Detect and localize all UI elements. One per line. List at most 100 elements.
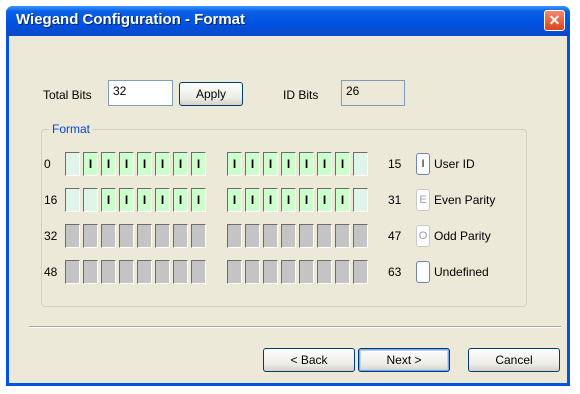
bit-cell[interactable]	[245, 224, 260, 248]
bit-cell[interactable]: I	[191, 152, 206, 176]
separator	[29, 326, 561, 328]
bit-cell[interactable]: I	[155, 188, 170, 212]
bit-cell[interactable]: I	[227, 152, 242, 176]
row-start-index: 32	[44, 229, 58, 243]
row-start-index: 0	[44, 157, 51, 171]
legend-swatch	[416, 261, 430, 283]
bit-row: 48 63 Undefined	[9, 260, 567, 284]
bit-cell[interactable]	[191, 260, 206, 284]
bit-row: 16 I I I I I I I I I I I I I 31 E Even Parity	[9, 188, 567, 212]
bit-cell[interactable]: I	[299, 152, 314, 176]
bit-cell[interactable]	[65, 188, 80, 212]
legend-swatch: E	[416, 189, 430, 211]
bit-cell[interactable]	[65, 260, 80, 284]
bit-cell[interactable]: I	[317, 152, 332, 176]
bit-cell[interactable]	[227, 260, 242, 284]
bit-cell[interactable]	[281, 260, 296, 284]
bit-cell[interactable]	[353, 188, 368, 212]
row-end-index: 15	[388, 157, 402, 171]
apply-button[interactable]: Apply	[179, 82, 243, 106]
row-end-index: 47	[388, 229, 402, 243]
bit-cell[interactable]	[101, 260, 116, 284]
bit-cell[interactable]	[299, 260, 314, 284]
bit-cell[interactable]: I	[335, 188, 350, 212]
bit-cell[interactable]	[317, 224, 332, 248]
bit-cell[interactable]	[263, 260, 278, 284]
bit-cell[interactable]: I	[317, 188, 332, 212]
total-bits-label: Total Bits	[43, 88, 92, 102]
bit-cell[interactable]	[191, 224, 206, 248]
title-bar[interactable]: Wiegand Configuration - Format ✕	[6, 6, 570, 36]
bit-cell[interactable]: I	[245, 188, 260, 212]
cancel-button[interactable]: Cancel	[468, 348, 560, 372]
bit-cell[interactable]	[353, 152, 368, 176]
bit-cell[interactable]: I	[245, 152, 260, 176]
bit-row: 0 I I I I I I I I I I I I I I 15 I User ID	[9, 152, 567, 176]
close-icon: ✕	[548, 12, 561, 28]
bit-cell[interactable]: I	[101, 152, 116, 176]
bit-cell[interactable]	[155, 260, 170, 284]
bit-cell[interactable]	[335, 260, 350, 284]
bit-cell[interactable]	[83, 188, 98, 212]
legend-label: Even Parity	[434, 193, 496, 207]
back-button[interactable]: < Back	[263, 348, 355, 372]
bit-cell[interactable]: I	[173, 188, 188, 212]
bit-cell[interactable]	[353, 260, 368, 284]
bit-cell[interactable]	[281, 224, 296, 248]
bit-cell[interactable]	[137, 260, 152, 284]
bit-cell[interactable]	[83, 224, 98, 248]
bit-cell[interactable]	[65, 152, 80, 176]
total-bits-input[interactable]: 32	[108, 80, 173, 106]
row-start-index: 48	[44, 265, 58, 279]
row-end-index: 31	[388, 193, 402, 207]
id-bits-label: ID Bits	[283, 88, 319, 102]
close-button[interactable]: ✕	[544, 10, 565, 31]
format-group-label: Format	[49, 122, 94, 136]
row-end-index: 63	[388, 265, 402, 279]
legend-swatch: O	[416, 225, 430, 247]
bit-cell[interactable]: I	[191, 188, 206, 212]
bit-row: 32 47 O Odd Parity	[9, 224, 567, 248]
bit-cell[interactable]	[65, 224, 80, 248]
bit-cell[interactable]: I	[137, 152, 152, 176]
next-button[interactable]: Next >	[358, 348, 450, 372]
bit-cell[interactable]: I	[101, 188, 116, 212]
legend-label: User ID	[434, 157, 475, 171]
legend-label: Undefined	[434, 265, 489, 279]
bit-cell[interactable]	[317, 260, 332, 284]
bit-cell[interactable]	[155, 224, 170, 248]
bit-cell[interactable]	[263, 224, 278, 248]
id-bits-field: 26	[341, 80, 405, 106]
bit-cell[interactable]: I	[155, 152, 170, 176]
bit-cell[interactable]	[101, 224, 116, 248]
bit-cell[interactable]: I	[173, 152, 188, 176]
bit-cell[interactable]: I	[137, 188, 152, 212]
legend-swatch: I	[416, 153, 430, 175]
bit-cell[interactable]	[173, 260, 188, 284]
bit-cell[interactable]: I	[119, 152, 134, 176]
bit-cell[interactable]	[83, 260, 98, 284]
bit-cell[interactable]	[335, 224, 350, 248]
bit-cell[interactable]: I	[263, 188, 278, 212]
bit-cell[interactable]: I	[281, 188, 296, 212]
legend-label: Odd Parity	[434, 229, 491, 243]
bit-cell[interactable]	[227, 224, 242, 248]
bit-cell[interactable]: I	[299, 188, 314, 212]
bit-cell[interactable]: I	[281, 152, 296, 176]
window-title: Wiegand Configuration - Format	[16, 11, 246, 28]
bit-cell[interactable]	[173, 224, 188, 248]
bit-cell[interactable]	[137, 224, 152, 248]
bit-cell[interactable]: I	[263, 152, 278, 176]
bit-cell[interactable]: I	[83, 152, 98, 176]
bit-cell[interactable]: I	[119, 188, 134, 212]
dialog-window: Wiegand Configuration - Format ✕ Total B…	[6, 6, 570, 386]
bit-cell[interactable]	[119, 260, 134, 284]
bit-cell[interactable]: I	[227, 188, 242, 212]
dialog-client-area: Total Bits 32 Apply ID Bits 26 Format 0 I…	[9, 36, 567, 383]
bit-cell[interactable]: I	[335, 152, 350, 176]
bit-cell[interactable]	[299, 224, 314, 248]
bit-cell[interactable]	[353, 224, 368, 248]
bit-cell[interactable]	[119, 224, 134, 248]
row-start-index: 16	[44, 193, 58, 207]
bit-cell[interactable]	[245, 260, 260, 284]
